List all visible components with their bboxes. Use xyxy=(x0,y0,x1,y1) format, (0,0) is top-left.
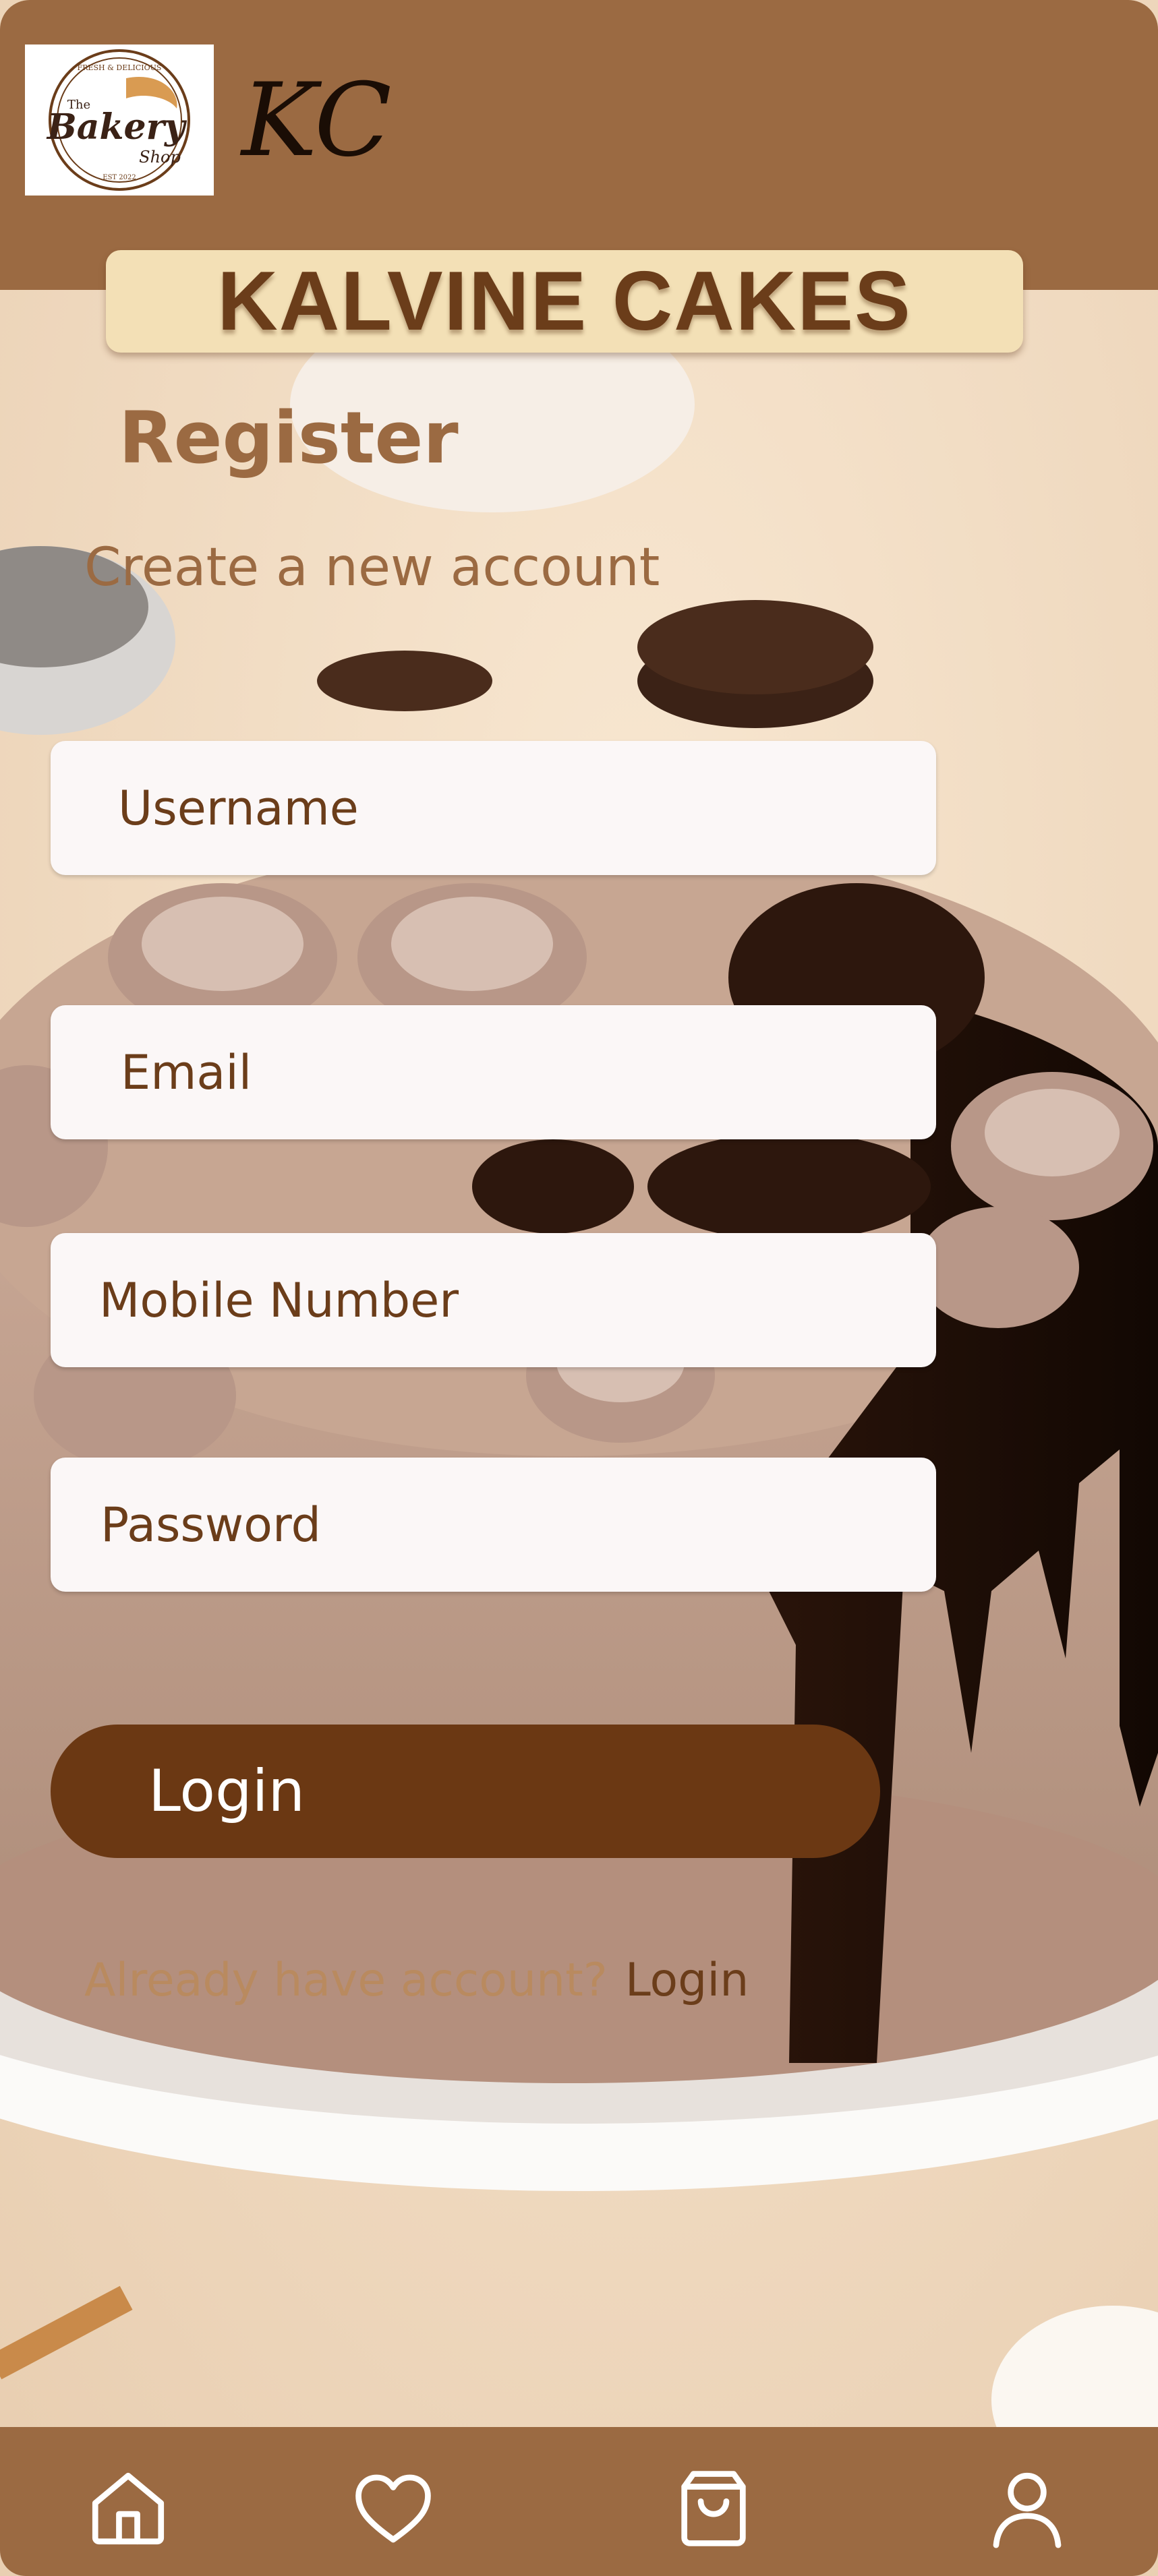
monogram-text: KC xyxy=(239,62,392,179)
login-prompt: Already have account? Login xyxy=(84,1954,749,2007)
bakery-shop-logo: FRESH & DELICIOUS The Bakery Shop EST 20… xyxy=(25,44,214,196)
user-icon xyxy=(993,2472,1062,2548)
login-prompt-question: Already have account? xyxy=(84,1954,608,2007)
page-subtitle: Create a new account xyxy=(84,537,660,598)
nav-favorites[interactable] xyxy=(349,2465,437,2552)
logo-shop: Shop xyxy=(139,148,181,167)
app-header: FRESH & DELICIOUS The Bakery Shop EST 20… xyxy=(0,0,1158,290)
shopping-bag-icon xyxy=(681,2471,746,2546)
email-field[interactable] xyxy=(51,1005,936,1139)
heart-icon xyxy=(355,2474,431,2543)
kc-monogram: KC xyxy=(239,62,392,179)
page-title: Register xyxy=(119,396,459,479)
password-field[interactable] xyxy=(51,1458,936,1592)
nav-profile[interactable] xyxy=(983,2465,1071,2552)
mobile-number-field[interactable] xyxy=(51,1233,936,1367)
logo-bakery: Bakery xyxy=(46,107,187,148)
nav-home[interactable] xyxy=(84,2465,172,2552)
login-button[interactable]: Login xyxy=(51,1725,880,1858)
bottom-nav-bar xyxy=(0,2427,1158,2576)
login-link[interactable]: Login xyxy=(625,1954,749,2007)
bakery-shop-logo-icon: FRESH & DELICIOUS The Bakery Shop EST 20… xyxy=(46,49,190,191)
logo-est: EST 2022 xyxy=(103,174,136,181)
username-field[interactable] xyxy=(51,741,936,875)
home-icon xyxy=(92,2472,165,2545)
logo-tagline: FRESH & DELICIOUS xyxy=(78,63,162,72)
brand-title: KALVINE CAKES xyxy=(217,255,912,348)
nav-cart[interactable] xyxy=(670,2465,757,2552)
brand-banner: KALVINE CAKES xyxy=(106,250,1023,353)
